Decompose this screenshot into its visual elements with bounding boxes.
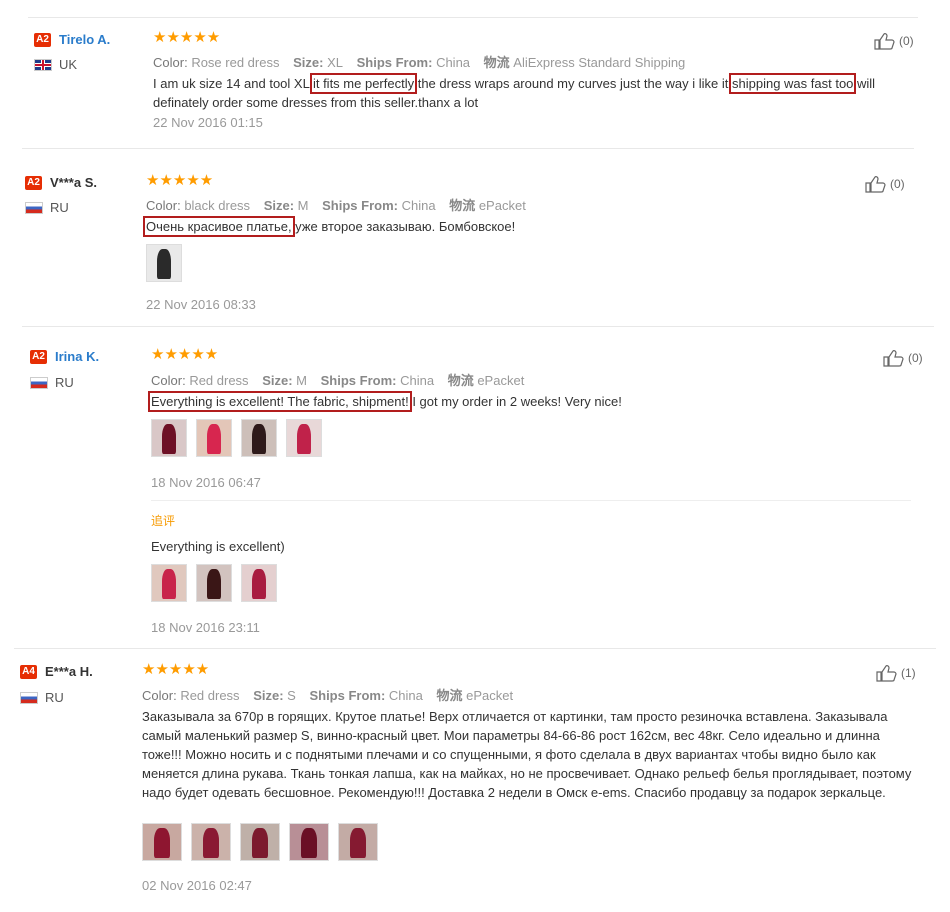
helpful-count: (0)	[899, 34, 914, 48]
ru-flag-icon	[30, 376, 48, 389]
reviewer-country: UK	[34, 57, 77, 72]
review-photos	[146, 244, 182, 282]
helpful-button[interactable]: (1)	[876, 664, 916, 682]
reviewer-info: A2 V***a S.	[25, 175, 97, 190]
helpful-count: (1)	[901, 666, 916, 680]
thumbs-up-icon	[883, 350, 904, 367]
country-code: UK	[59, 57, 78, 72]
reviewer-country: RU	[30, 375, 74, 390]
additional-feedback-separator	[151, 500, 911, 501]
buyer-level-badge: A2	[30, 349, 47, 364]
review-photo-thumbnail[interactable]	[338, 823, 378, 861]
review-photo-thumbnail[interactable]	[146, 244, 182, 282]
top-separator	[28, 17, 918, 18]
order-info: Color: Rose red dress Size: XL Ships Fro…	[153, 55, 686, 70]
review-photos	[151, 419, 322, 457]
highlight-box: Очень красивое платье,	[143, 216, 295, 237]
buyer-level-badge: A4	[20, 664, 37, 679]
reviewer-name[interactable]: E***a H.	[45, 664, 93, 679]
order-info: Color: black dress Size: M Ships From: C…	[146, 198, 526, 213]
buyer-level-badge: A2	[34, 32, 51, 47]
review-separator	[22, 326, 934, 327]
review-photo-thumbnail[interactable]	[241, 564, 277, 602]
thumbs-up-icon	[874, 33, 895, 50]
review-date: 22 Nov 2016 01:15	[153, 115, 263, 130]
helpful-button[interactable]: (0)	[874, 32, 914, 50]
review-separator	[14, 648, 936, 649]
helpful-count: (0)	[890, 177, 905, 191]
rating-stars: ★★★★★	[151, 346, 219, 363]
country-code: RU	[45, 690, 64, 705]
country-code: RU	[55, 375, 74, 390]
reviewer-name[interactable]: Irina K.	[55, 349, 99, 364]
thumbs-up-icon	[876, 665, 897, 682]
order-info: Color: Red dress Size: S Ships From: Chi…	[142, 688, 514, 703]
additional-feedback-date: 18 Nov 2016 23:11	[151, 620, 260, 635]
helpful-count: (0)	[908, 351, 923, 365]
helpful-button[interactable]: (0)	[883, 349, 923, 367]
ru-flag-icon	[25, 201, 43, 214]
review-date: 02 Nov 2016 02:47	[142, 878, 252, 893]
review-date: 22 Nov 2016 08:33	[146, 297, 256, 312]
uk-flag-icon	[34, 58, 52, 71]
reviewer-country: RU	[20, 690, 64, 705]
reviewer-name[interactable]: Tirelo A.	[59, 32, 110, 47]
review-photos	[142, 823, 378, 861]
review-text: Заказывала за 670р в горящих. Крутое пла…	[142, 709, 912, 800]
review-photo-thumbnail[interactable]	[191, 823, 231, 861]
buyer-level-badge: A2	[25, 175, 42, 190]
thumbs-up-icon	[865, 176, 886, 193]
highlight-box: Everything is excellent! The fabric, shi…	[148, 391, 412, 412]
reviewer-info: A2 Tirelo A.	[34, 32, 110, 47]
order-info: Color: Red dress Size: M Ships From: Chi…	[151, 373, 525, 388]
country-code: RU	[50, 200, 69, 215]
rating-stars: ★★★★★	[146, 172, 214, 189]
highlight-box: it fits me perfectly	[309, 73, 418, 94]
review-photo-thumbnail[interactable]	[151, 419, 187, 457]
review-photo-thumbnail[interactable]	[241, 419, 277, 457]
additional-photos	[151, 564, 277, 602]
reviewer-country: RU	[25, 200, 69, 215]
rating-stars: ★★★★★	[142, 661, 210, 678]
reviewer-name[interactable]: V***a S.	[50, 175, 97, 190]
reviewer-info: A2 Irina K.	[30, 349, 99, 364]
helpful-button[interactable]: (0)	[865, 175, 905, 193]
reviewer-info: A4 E***a H.	[20, 664, 93, 679]
review-photo-thumbnail[interactable]	[142, 823, 182, 861]
review-text: I am uk size 14 and tool XL it fits me p…	[153, 73, 876, 110]
ru-flag-icon	[20, 691, 38, 704]
rating-stars: ★★★★★	[153, 29, 221, 46]
review-photo-thumbnail[interactable]	[289, 823, 329, 861]
review-photo-thumbnail[interactable]	[286, 419, 322, 457]
additional-feedback-text: Everything is excellent)	[151, 539, 285, 554]
review-text: Очень красивое платье, уже второе заказы…	[143, 216, 516, 237]
review-separator	[22, 148, 914, 149]
review-photo-thumbnail[interactable]	[196, 419, 232, 457]
review-date: 18 Nov 2016 06:47	[151, 475, 261, 490]
review-text: Everything is excellent! The fabric, shi…	[148, 391, 622, 412]
additional-feedback-label: 追评	[151, 514, 176, 528]
highlight-box: shipping was fast too	[728, 73, 857, 94]
review-photo-thumbnail[interactable]	[151, 564, 187, 602]
review-photo-thumbnail[interactable]	[240, 823, 280, 861]
review-photo-thumbnail[interactable]	[196, 564, 232, 602]
